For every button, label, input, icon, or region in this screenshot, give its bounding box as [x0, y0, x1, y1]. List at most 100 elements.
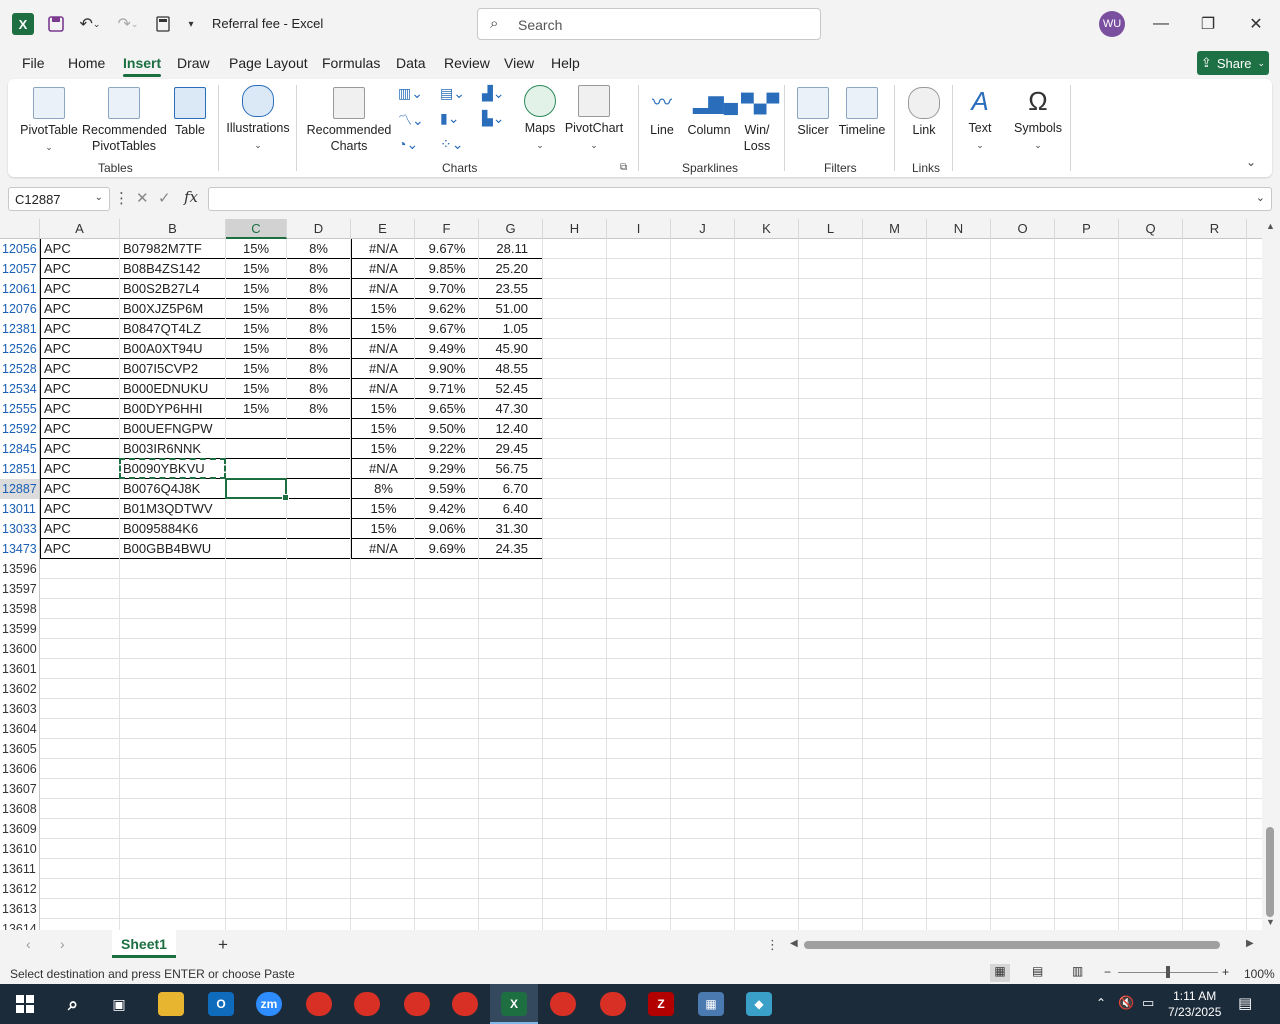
cell-b[interactable]: B08B4ZS142: [120, 259, 226, 279]
cell-b[interactable]: B007I5CVP2: [120, 359, 226, 379]
cell-b[interactable]: B003IR6NNK: [120, 439, 226, 459]
cell-c[interactable]: 15%: [226, 259, 287, 279]
row-header[interactable]: 12061: [0, 279, 40, 299]
row-header[interactable]: 13611: [0, 859, 40, 879]
cell-g[interactable]: 1.05: [479, 319, 543, 339]
cell-g[interactable]: 56.75: [479, 459, 543, 479]
cell-g[interactable]: 25.20: [479, 259, 543, 279]
row-header[interactable]: 12526: [0, 339, 40, 359]
zoom-out-icon[interactable]: −: [1104, 965, 1111, 979]
cell-f[interactable]: 9.62%: [415, 299, 479, 319]
file-explorer-icon[interactable]: [158, 992, 184, 1016]
cell-e[interactable]: 15%: [351, 299, 415, 319]
column-header-n[interactable]: N: [927, 219, 991, 239]
symbols-button[interactable]: Ω Symbols ⌄: [1012, 85, 1064, 153]
cell-f[interactable]: 9.06%: [415, 519, 479, 539]
zoom-slider-thumb[interactable]: [1166, 966, 1170, 978]
formula-input[interactable]: ⌄: [208, 187, 1272, 211]
cell-e[interactable]: #N/A: [351, 459, 415, 479]
column-header-m[interactable]: M: [863, 219, 927, 239]
row-header[interactable]: 12851: [0, 459, 40, 479]
row-header[interactable]: 12528: [0, 359, 40, 379]
row-header[interactable]: 12887: [0, 479, 40, 499]
tab-home[interactable]: Home: [68, 55, 105, 71]
tab-help[interactable]: Help: [551, 55, 580, 71]
cell-a[interactable]: APC: [40, 439, 120, 459]
pivottable-button[interactable]: PivotTable ⌄: [20, 87, 78, 155]
column-header-i[interactable]: I: [607, 219, 671, 239]
prev-sheet-icon[interactable]: ‹: [26, 936, 31, 952]
cell-c[interactable]: [226, 499, 287, 519]
excel-taskbar-active[interactable]: X: [490, 984, 538, 1024]
cell-g[interactable]: 6.40: [479, 499, 543, 519]
restore-icon[interactable]: ❐: [1193, 12, 1223, 36]
row-header[interactable]: 12076: [0, 299, 40, 319]
dialog-launcher-icon[interactable]: ⧉: [620, 162, 627, 173]
cell-f[interactable]: 9.22%: [415, 439, 479, 459]
cell-a[interactable]: APC: [40, 419, 120, 439]
cell-b[interactable]: B00S2B27L4: [120, 279, 226, 299]
cell-f[interactable]: 9.49%: [415, 339, 479, 359]
cell-c[interactable]: 15%: [226, 319, 287, 339]
chrome-profile-icon[interactable]: [404, 992, 430, 1016]
chevron-up-icon[interactable]: ⌃: [1096, 996, 1106, 1010]
cell-g[interactable]: 23.55: [479, 279, 543, 299]
cell-g[interactable]: 24.35: [479, 539, 543, 559]
cell-b[interactable]: B0095884K6: [120, 519, 226, 539]
undo-icon[interactable]: ↶ ⌄: [76, 12, 104, 36]
cell-b[interactable]: B000EDNUKU: [120, 379, 226, 399]
row-header[interactable]: 13473: [0, 539, 40, 559]
search-icon[interactable]: ⌕: [60, 992, 86, 1016]
cell-f[interactable]: 9.67%: [415, 319, 479, 339]
cell-a[interactable]: APC: [40, 499, 120, 519]
cell-f[interactable]: 9.70%: [415, 279, 479, 299]
calculator-icon[interactable]: [154, 12, 172, 36]
cell-a[interactable]: APC: [40, 259, 120, 279]
row-header[interactable]: 13605: [0, 739, 40, 759]
more-options-icon[interactable]: ⋮: [766, 937, 779, 953]
row-header[interactable]: 12555: [0, 399, 40, 419]
redo-icon[interactable]: ↷ ⌄: [114, 12, 142, 36]
select-all-corner[interactable]: [0, 219, 40, 239]
line-chart-icon[interactable]: 〽⌄: [398, 110, 424, 128]
more-icon[interactable]: ⋮: [114, 189, 129, 207]
sparkline-winloss-button[interactable]: ▀▄▀ Win/ Loss: [740, 87, 779, 154]
cell-f[interactable]: 9.50%: [415, 419, 479, 439]
timeline-button[interactable]: Timeline: [836, 87, 888, 138]
cell-b[interactable]: B00DYP6HHI: [120, 399, 226, 419]
column-header-p[interactable]: P: [1055, 219, 1119, 239]
worksheet-grid[interactable]: ABCDEFGHIJKLMNOPQR 12056 APC B07982M7TF 15%…: [0, 219, 1262, 930]
column-header-h[interactable]: H: [543, 219, 607, 239]
next-sheet-icon[interactable]: ›: [60, 936, 65, 952]
cell-a[interactable]: APC: [40, 379, 120, 399]
zoom-app-icon[interactable]: zm: [256, 992, 282, 1016]
cell-b[interactable]: B0847QT4LZ: [120, 319, 226, 339]
cell-g[interactable]: 28.11: [479, 239, 543, 259]
cell-d[interactable]: 8%: [287, 319, 351, 339]
volume-muted-icon[interactable]: 🔇: [1118, 995, 1134, 1011]
cell-c[interactable]: [226, 439, 287, 459]
row-header[interactable]: 12592: [0, 419, 40, 439]
cell-c[interactable]: [226, 539, 287, 559]
save-icon[interactable]: [46, 12, 66, 36]
cell-e[interactable]: #N/A: [351, 379, 415, 399]
cell-d[interactable]: [287, 479, 351, 499]
sheet-tab-sheet1[interactable]: Sheet1: [112, 930, 176, 958]
page-layout-view-icon[interactable]: ▤: [1032, 964, 1043, 978]
tab-formulas[interactable]: Formulas: [322, 55, 380, 71]
row-header[interactable]: 13604: [0, 719, 40, 739]
cell-c[interactable]: 15%: [226, 279, 287, 299]
cell-a[interactable]: APC: [40, 459, 120, 479]
row-header[interactable]: 13599: [0, 619, 40, 639]
cell-c[interactable]: [226, 419, 287, 439]
table-button[interactable]: Table: [172, 87, 208, 138]
vertical-scroll-thumb[interactable]: [1266, 827, 1274, 917]
row-header[interactable]: 13600: [0, 639, 40, 659]
scroll-right-icon[interactable]: ▶: [1246, 938, 1254, 949]
active-cell[interactable]: [225, 478, 289, 501]
cell-e[interactable]: #N/A: [351, 239, 415, 259]
zoom-level[interactable]: 100%: [1244, 967, 1275, 981]
column-header-l[interactable]: L: [799, 219, 863, 239]
cell-g[interactable]: 29.45: [479, 439, 543, 459]
cell-a[interactable]: APC: [40, 279, 120, 299]
